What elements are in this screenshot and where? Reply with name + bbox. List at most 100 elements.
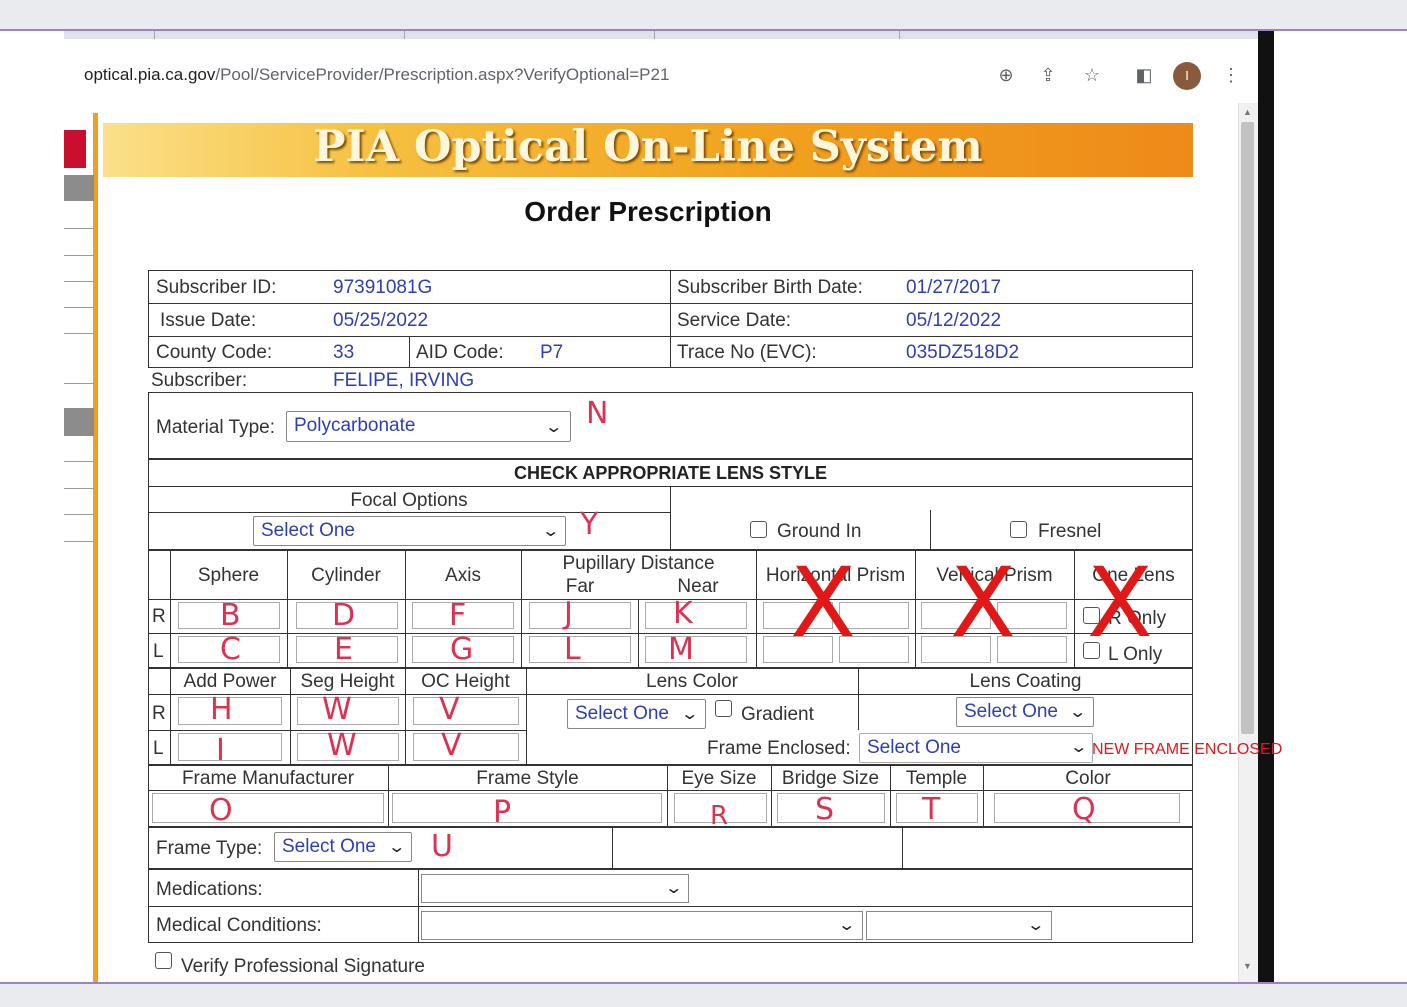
issue-date-label: Issue Date: — [160, 310, 257, 331]
annotation-j: J — [564, 596, 573, 631]
add-power-l-input[interactable] — [178, 733, 282, 761]
annotation-y: Y — [580, 507, 599, 542]
strikeout-vertical-prism-x: X — [950, 547, 1016, 659]
bookmark-star-icon[interactable]: ☆ — [1080, 63, 1104, 87]
gradient-label: Gradient — [741, 704, 814, 725]
scroll-up-icon[interactable]: ▲ — [1243, 107, 1252, 117]
focal-options-select[interactable]: Select One — [253, 516, 566, 546]
annotation-f: F — [449, 598, 467, 633]
chevron-down-icon: ⌄ — [664, 880, 684, 897]
service-date-value: 05/12/2022 — [906, 310, 1002, 331]
pd-far-header: Far — [565, 576, 595, 597]
oc-height-r-input[interactable] — [413, 697, 519, 725]
annotation-new-frame-enclosed: NEW FRAME ENCLOSED — [1092, 741, 1283, 758]
service-date-label: Service Date: — [677, 310, 792, 331]
annotation-r: R — [710, 801, 729, 831]
browser-tab-strip[interactable] — [64, 31, 1260, 39]
row-l-label: L — [153, 641, 164, 662]
subscriber-id-value: 97391081G — [333, 277, 433, 298]
medical-conditions-select-2[interactable] — [866, 911, 1052, 940]
frame-manufacturer-input[interactable] — [152, 793, 384, 823]
annotation-u: U — [431, 829, 453, 864]
trace-no-value: 035DZ518D2 — [906, 342, 1020, 363]
annotation-h: H — [210, 692, 233, 727]
annotation-i: I — [216, 733, 225, 768]
verify-signature-label: Verify Professional Signature — [181, 956, 425, 977]
menu-kebab-icon[interactable]: ⋮ — [1219, 63, 1243, 87]
annotation-g: G — [450, 632, 474, 667]
pd-near-l-input[interactable] — [645, 636, 747, 663]
medications-select[interactable] — [421, 874, 689, 903]
url-text[interactable]: optical.pia.ca.gov/Pool/ServiceProvider/… — [84, 65, 669, 85]
annotation-s: S — [815, 792, 835, 827]
left-nav-panel — [64, 113, 98, 982]
bottom-bar — [0, 982, 1407, 1007]
eye-size-header: Eye Size — [681, 768, 757, 789]
material-type-label: Material Type: — [156, 417, 275, 438]
oc-height-l-input[interactable] — [413, 733, 519, 761]
frame-type-label: Frame Type: — [156, 838, 263, 859]
medical-conditions-select-1[interactable] — [421, 911, 863, 940]
ground-in-label: Ground In — [777, 521, 862, 542]
frame-style-header: Frame Style — [476, 768, 579, 789]
annotation-m: M — [668, 632, 694, 667]
fresnel-checkbox[interactable] — [1010, 521, 1027, 538]
annotation-w-r: W — [322, 692, 352, 727]
pd-near-r-input[interactable] — [645, 602, 747, 629]
annotation-p: P — [493, 795, 512, 830]
county-code-label: County Code: — [156, 342, 273, 363]
color-header: Color — [1065, 768, 1111, 789]
share-icon[interactable]: ⇪ — [1036, 63, 1060, 87]
chevron-down-icon: ⌄ — [387, 839, 407, 856]
annotation-c: C — [220, 632, 241, 667]
gradient-checkbox[interactable] — [715, 700, 732, 717]
window-edge — [1258, 31, 1274, 982]
verify-signature-checkbox[interactable] — [155, 952, 172, 969]
annotation-w-l: W — [327, 728, 357, 763]
sidepanel-icon[interactable]: ◧ — [1132, 63, 1156, 87]
chevron-down-icon: ⌄ — [1069, 739, 1089, 756]
lens-color-header: Lens Color — [646, 671, 738, 692]
strikeout-horizontal-prism-x: X — [790, 547, 856, 659]
scrollbar-thumb[interactable] — [1241, 122, 1254, 734]
row-r-label: R — [152, 703, 166, 724]
medical-conditions-label: Medical Conditions: — [156, 915, 322, 936]
annotation-t: T — [922, 792, 941, 827]
bridge-size-header: Bridge Size — [781, 768, 880, 789]
issue-date-value: 05/25/2022 — [333, 310, 429, 331]
annotation-v-l: V — [441, 728, 462, 763]
annotation-o: O — [209, 793, 233, 828]
subscriber-id-label: Subscriber ID: — [156, 277, 277, 298]
scroll-down-icon[interactable]: ▼ — [1243, 961, 1252, 971]
sphere-header: Sphere — [197, 565, 260, 586]
county-code-value: 33 — [333, 342, 355, 363]
annotation-l: L — [564, 632, 581, 667]
nav-item[interactable] — [64, 175, 94, 201]
row-l-label: L — [153, 738, 164, 759]
nav-item-active[interactable] — [64, 408, 94, 436]
subscriber-name-label: Subscriber: — [151, 370, 248, 391]
annotation-k: K — [673, 596, 693, 631]
pd-header: Pupillary Distance — [562, 553, 715, 574]
material-type-select[interactable]: Polycarbonate — [286, 411, 571, 442]
pd-far-r-input[interactable] — [529, 602, 631, 629]
chevron-down-icon: ⌄ — [680, 706, 700, 723]
annotation-q: Q — [1072, 792, 1096, 827]
medications-label: Medications: — [156, 879, 263, 900]
chevron-down-icon: ⌄ — [1026, 917, 1046, 934]
zoom-icon[interactable]: ⊕ — [994, 63, 1018, 87]
ground-in-checkbox[interactable] — [750, 521, 767, 538]
axis-header: Axis — [445, 565, 481, 586]
lens-style-header: CHECK APPROPRIATE LENS STYLE — [513, 463, 828, 483]
aid-code-value: P7 — [540, 342, 564, 363]
frame-style-input[interactable] — [392, 793, 662, 823]
fresnel-label: Fresnel — [1038, 521, 1102, 542]
lens-coating-header: Lens Coating — [969, 671, 1082, 692]
annotation-b: B — [220, 598, 241, 633]
frame-enclosed-select[interactable]: Select One — [859, 733, 1093, 763]
chevron-down-icon: ⌄ — [837, 917, 857, 934]
temple-header: Temple — [905, 768, 968, 789]
profile-avatar[interactable]: I — [1173, 62, 1201, 90]
chevron-down-icon: ⌄ — [541, 523, 561, 540]
strikeout-one-lens-x: X — [1087, 547, 1153, 659]
